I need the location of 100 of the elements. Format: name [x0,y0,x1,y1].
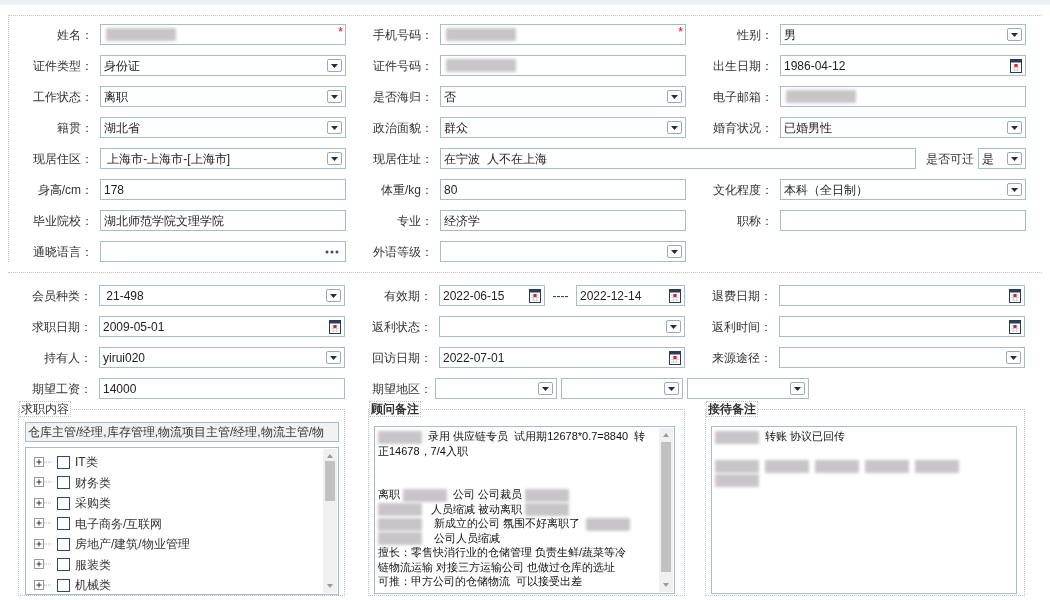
select-field[interactable]: 群众 [440,117,686,138]
text-field[interactable]: 经济学 [440,210,686,231]
field-label: 婚育状况： [712,119,774,137]
calendar-icon [329,319,341,334]
text-field[interactable]: 14000 [99,378,345,399]
text-field[interactable]: * [440,24,686,45]
field-label: 回访日期： [371,349,433,367]
text-field[interactable]: 湖北师范学院文理学院 [100,210,346,231]
blurred-text [715,459,759,473]
checkbox[interactable] [57,496,70,510]
tree-item[interactable]: IT类 [75,453,98,472]
tree-item[interactable]: 财务类 [75,473,111,492]
text-field[interactable] [440,55,686,76]
checkbox[interactable] [57,537,70,551]
blurred-text [525,488,570,502]
panel-title: 接待备注 [706,401,758,417]
select-field[interactable] [561,378,683,399]
blurred-text [525,503,570,517]
note-text: 转账 协议已回传 [765,430,846,442]
text-field[interactable]: * [100,24,346,45]
tree-item[interactable]: 电子商务/互联网 [75,514,163,533]
blurred-text [915,459,959,473]
scrollbar[interactable] [323,449,337,593]
text-field[interactable]: 在宁波 人不在上海 [440,148,916,169]
blurred-text [378,517,422,531]
checkbox[interactable] [57,558,70,572]
select-field[interactable] [779,347,1025,368]
tree-item[interactable]: 服装类 [75,555,111,574]
field-label: 政治面貌： [372,119,434,137]
date-field[interactable] [779,316,1025,337]
text-field[interactable]: 80 [440,179,686,200]
note-text: 人员缩减 被动离职 [430,502,524,515]
select-field[interactable]: yirui020 [99,347,345,368]
checkbox[interactable] [57,476,70,490]
field-label: 现居住区： [32,150,94,168]
date-field[interactable]: 2022-12-14 [576,285,685,306]
field-label: 职称： [736,212,774,230]
select-field[interactable]: 是 [978,148,1026,169]
select-field[interactable]: 离职 [100,86,346,107]
blurred-text [403,488,448,502]
blurred-text [715,430,759,444]
blurred-text [765,459,809,473]
checkbox[interactable] [57,455,70,469]
select-field[interactable]: 身份证 [100,55,346,76]
notes-field[interactable]: 转账 协议已回传 [711,426,1017,594]
field-label: 持有人： [43,349,93,367]
date-field[interactable]: 2022-06-15 [439,285,545,306]
select-field[interactable]: 湖北省 [100,117,346,138]
select-field[interactable] [439,316,685,337]
required-mark: * [678,24,683,41]
field-label: 身高/cm： [36,181,94,199]
checkbox[interactable] [57,517,70,531]
range-separator: ---- [551,287,570,305]
tree-item[interactable]: 房地产/建筑/物业管理 [75,535,190,554]
text-field[interactable]: 178 [100,179,346,200]
text-field[interactable] [780,86,1026,107]
panel-title: 求职内容 [19,401,71,417]
select-field[interactable]: 21-498 [99,285,345,306]
select-field[interactable] [440,241,686,262]
blurred-text [815,459,859,473]
select-field[interactable]: 已婚男性 [780,117,1026,138]
select-field[interactable]: 男 [780,24,1026,45]
scroll-thumb[interactable] [661,442,671,572]
field-label: 性别： [736,26,774,44]
select-field[interactable]: 上海市-上海市-[上海市] [100,148,346,169]
field-label: 籍贯： [56,119,94,137]
select-field[interactable] [435,378,557,399]
tree-item[interactable]: 采购类 [75,494,111,513]
date-field[interactable]: 1986-04-12 [780,55,1026,76]
field-label: 证件号码： [372,57,434,75]
date-field[interactable]: 2009-05-01 [99,316,345,337]
tree-item[interactable]: 机械类 [75,576,111,594]
field-label: 文化程度： [712,181,774,199]
select-field[interactable]: 本科（全日制） [780,179,1026,200]
field-label: 退费日期： [711,287,773,305]
date-field[interactable]: 2022-07-01 [439,347,685,368]
field-label: 返利时间： [711,318,773,336]
field-label: 通晓语言： [32,243,94,261]
scroll-thumb[interactable] [325,461,335,501]
calendar-icon [669,288,681,303]
field-label: 有效期： [383,287,433,305]
calendar-icon [1010,58,1022,73]
checkbox[interactable] [57,578,70,592]
select-field[interactable] [687,378,809,399]
summary-field[interactable]: 仓库主管/经理,库存管理,物流项目主管/经理,物流主管/物 [25,422,339,442]
field-label: 是否可迁 [926,150,974,168]
field-label: 专业： [396,212,434,230]
field-label: 毕业院校： [32,212,94,230]
note-text: 正14678，7/4入职 [378,444,468,457]
field-label: 现居住址： [372,150,434,168]
picker-field[interactable] [100,241,346,262]
blurred-text [378,503,422,517]
field-label: 返利状态： [371,318,433,336]
select-field[interactable]: 否 [440,86,686,107]
date-field[interactable] [779,285,1025,306]
scrollbar[interactable] [659,428,673,592]
text-field[interactable] [780,210,1026,231]
notes-field[interactable]: 录用 供应链专员 试用期12678*0.7=8840 转 正14678，7/4入职 离职 公司 公司裁员 人员缩减 被动离职 新成立的公司 氛围不好离职了 公司人员缩减 擅长：零售快消行业的仓储管理 负责生鲜/蔬菜等冷 链物流运输 对接三方运输公司 也做过仓库的选址 可推：甲方公司的仓储物流 可以接受出差 [374,426,675,594]
field-label: 手机号码： [372,26,434,44]
note-text: 公司 公司裁员 [453,488,524,500]
